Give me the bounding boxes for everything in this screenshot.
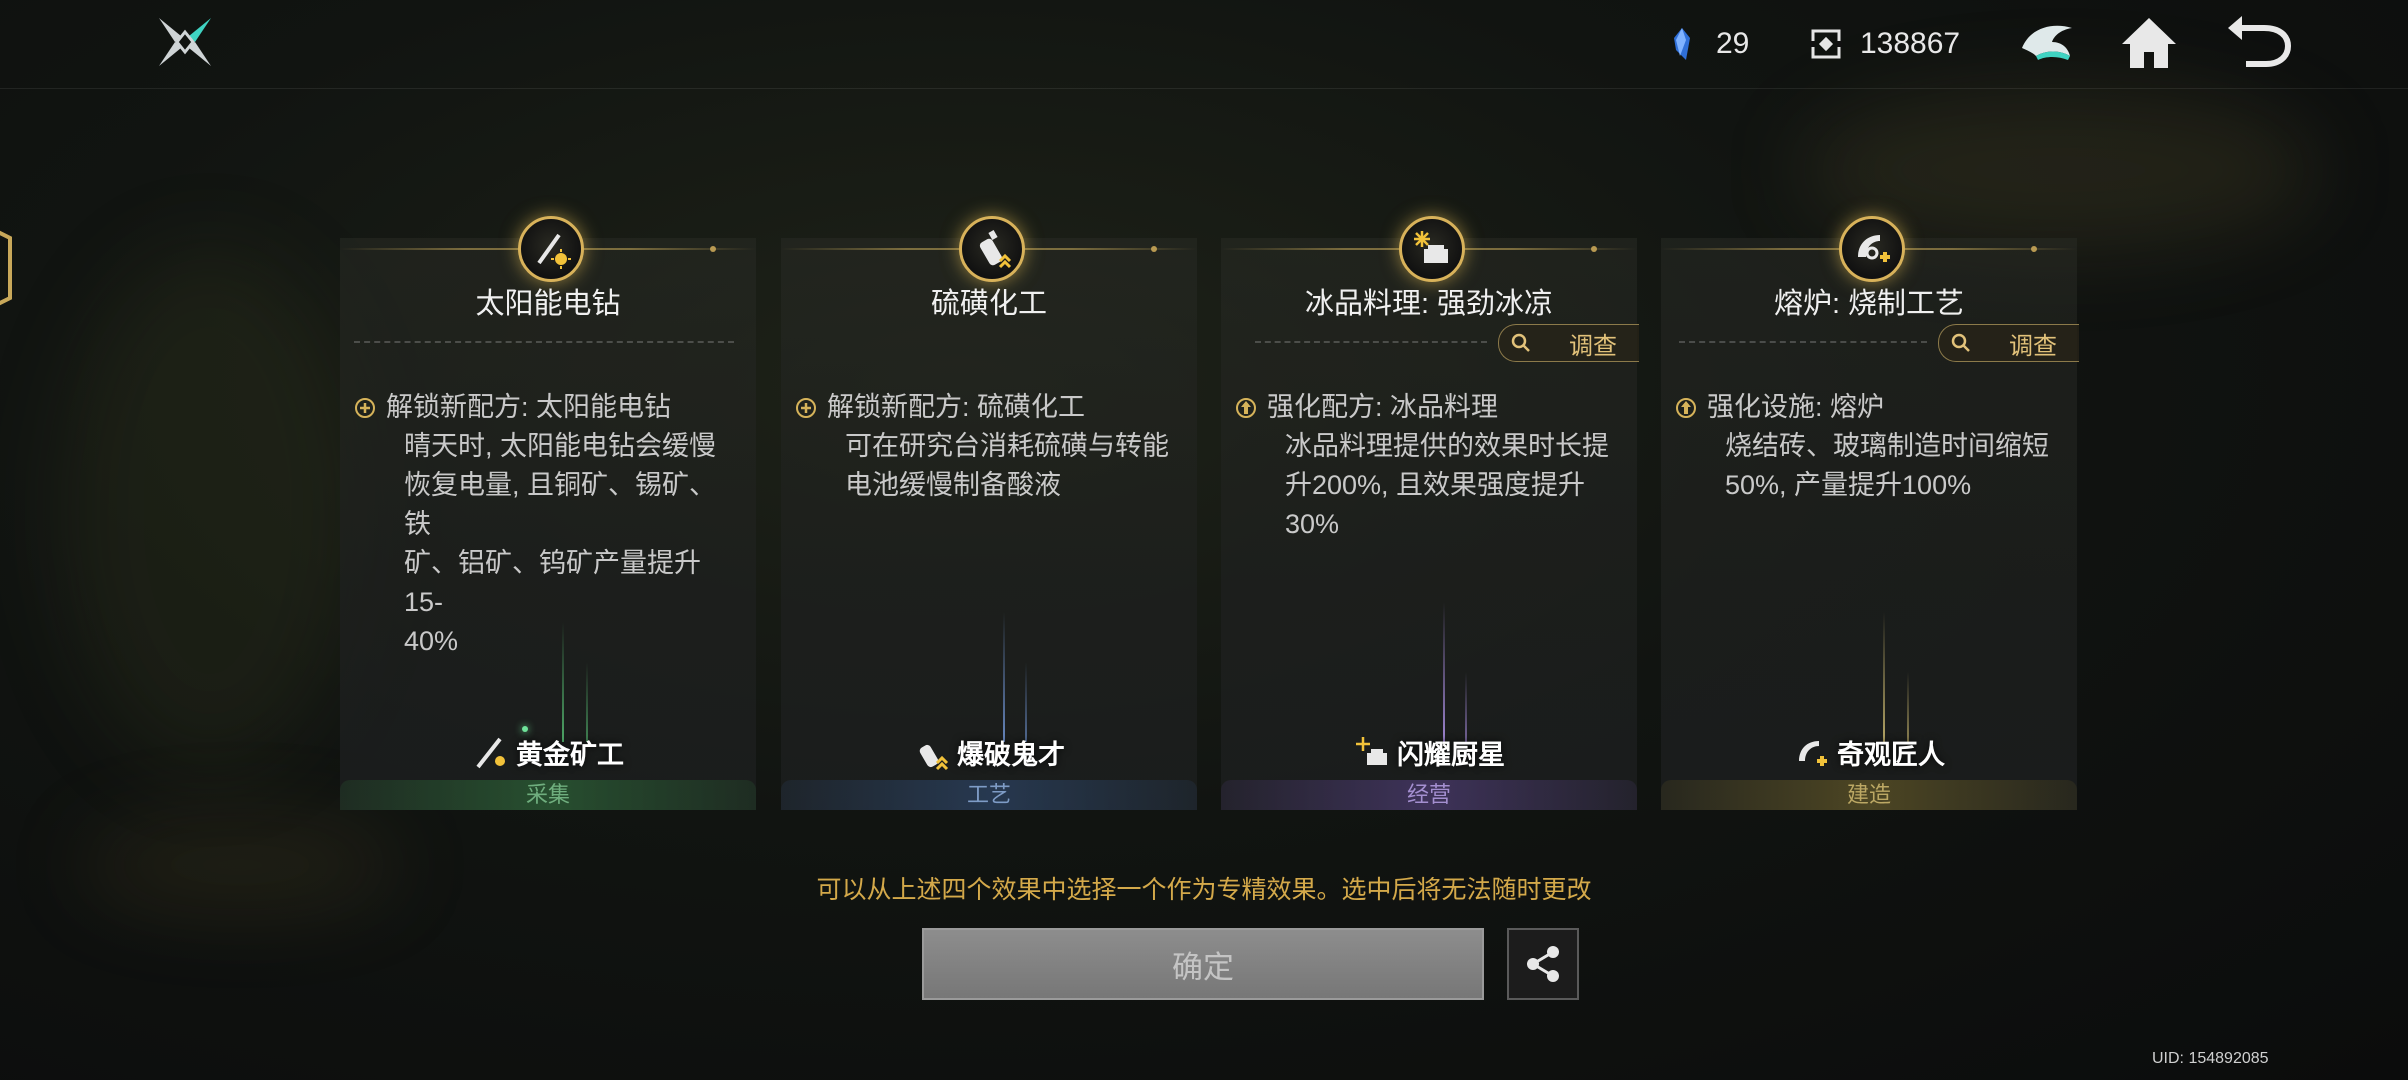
search-icon bbox=[1511, 333, 1530, 352]
role-name: 爆破鬼才 bbox=[957, 739, 1065, 770]
divider-dot bbox=[1591, 246, 1597, 252]
dashed-separator bbox=[1255, 341, 1487, 343]
effect-line: 烧结砖、玻璃制造时间缩短 bbox=[1725, 431, 2049, 461]
effect-line: 电池缓慢制备酸液 bbox=[845, 470, 1061, 500]
divider-dot bbox=[710, 246, 716, 252]
solar-drill-icon bbox=[537, 233, 571, 269]
uid-label: UID: 154892085 bbox=[2152, 1050, 2269, 1067]
card-title: 太阳能电钻 bbox=[475, 288, 621, 320]
search-icon bbox=[1951, 333, 1970, 352]
effect-description: 解锁新配方: 硫磺化工 可在研究台消耗硫磺与转能 电池缓慢制备酸液 bbox=[795, 388, 1181, 505]
effect-line: 40% bbox=[404, 626, 459, 656]
currency-resource[interactable]: 138867 bbox=[1808, 22, 1960, 66]
light-beam bbox=[562, 622, 564, 742]
ice-dessert-icon bbox=[1414, 231, 1448, 263]
effect-line: 恢复电量, 且铜矿、锡矿、铁 bbox=[404, 470, 717, 539]
specialization-card[interactable]: 冰品料理: 强劲冰凉 调查 强化配方: 冰品料理 冰品料理提供的效果时长提 升2… bbox=[1221, 216, 1639, 810]
category-tag: 工艺 bbox=[781, 780, 1197, 810]
top-bar: 29 138867 bbox=[0, 0, 2408, 89]
dashed-separator bbox=[1679, 341, 1927, 343]
light-beam bbox=[586, 662, 588, 742]
effect-line: 冰品料理提供的效果时长提 bbox=[1285, 431, 1609, 461]
effect-line: 30% bbox=[1285, 509, 1340, 539]
category-tag: 建造 bbox=[1661, 780, 2077, 810]
role-label: 闪耀厨星 bbox=[1221, 734, 1637, 770]
back-arrow-icon[interactable] bbox=[2224, 14, 2294, 72]
effect-description: 解锁新配方: 太阳能电钻 晴天时, 太阳能电钻会缓慢 恢复电量, 且铜矿、锡矿、… bbox=[354, 388, 740, 661]
light-beam bbox=[1025, 662, 1027, 742]
card-emblem bbox=[1839, 216, 1905, 282]
effect-head: 解锁新配方: 太阳能电钻 bbox=[386, 392, 672, 422]
currency-count: 138867 bbox=[1860, 27, 1961, 60]
card-emblem bbox=[959, 216, 1025, 282]
effect-description: 强化设施: 熔炉 烧结砖、玻璃制造时间缩短 50%, 产量提升100% bbox=[1675, 388, 2061, 505]
crystal-shard-icon bbox=[1674, 28, 1690, 60]
effect-line: 晴天时, 太阳能电钻会缓慢 bbox=[404, 431, 717, 461]
home-icon[interactable] bbox=[2118, 14, 2180, 72]
furnace-tool-icon bbox=[1858, 235, 1890, 262]
confirm-button[interactable]: 确定 bbox=[922, 928, 1484, 1000]
card-emblem bbox=[518, 216, 584, 282]
divider-dot bbox=[2031, 246, 2037, 252]
sparkle bbox=[522, 726, 528, 732]
light-beam bbox=[1907, 672, 1909, 742]
investigate-label: 调查 bbox=[1569, 332, 1617, 360]
specialization-card[interactable]: 硫磺化工 解锁新配方: 硫磺化工 可在研究台消耗硫磺与转能 电池缓慢制备酸液 爆… bbox=[781, 216, 1197, 810]
miner-pick-icon bbox=[476, 737, 505, 769]
share-icon bbox=[1527, 946, 1559, 982]
effect-line: 矿、铝矿、钨矿产量提升15- bbox=[404, 548, 701, 617]
role-label: 黄金矿工 bbox=[340, 734, 756, 770]
role-name: 闪耀厨星 bbox=[1397, 739, 1505, 770]
specialization-card[interactable]: 太阳能电钻 解锁新配方: 太阳能电钻 晴天时, 太阳能电钻会缓慢 恢复电量, 且… bbox=[340, 216, 756, 810]
plus-circle-icon bbox=[355, 398, 375, 418]
effect-head: 强化设施: 熔炉 bbox=[1707, 392, 1885, 422]
card-title: 硫磺化工 bbox=[930, 288, 1047, 320]
chef-star-icon bbox=[1356, 737, 1387, 765]
investigate-label: 调查 bbox=[2009, 332, 2057, 360]
background-glow bbox=[60, 250, 360, 770]
light-beam bbox=[1465, 672, 1467, 742]
category-tag: 经营 bbox=[1221, 780, 1637, 810]
side-tab-handle[interactable] bbox=[0, 218, 16, 318]
plus-circle-icon bbox=[796, 398, 816, 418]
light-beam bbox=[1443, 602, 1445, 742]
upgrade-arrow-icon bbox=[1236, 398, 1256, 418]
card-title: 熔炉: 烧制工艺 bbox=[1773, 288, 1965, 320]
currency-chip-icon bbox=[1810, 29, 1842, 59]
share-button[interactable] bbox=[1507, 928, 1579, 1000]
selection-hint: 可以从上述四个效果中选择一个作为专精效果。选中后将无法随时更改 bbox=[816, 876, 1592, 904]
card-emblem bbox=[1399, 216, 1465, 282]
divider-dot bbox=[1151, 246, 1157, 252]
role-label: 奇观匠人 bbox=[1661, 734, 2077, 770]
role-name: 奇观匠人 bbox=[1837, 739, 1945, 770]
card-title: 冰品料理: 强劲冰凉 bbox=[1304, 288, 1554, 320]
effect-line: 升200%, 且效果强度提升 bbox=[1285, 470, 1586, 500]
effect-line: 可在研究台消耗硫磺与转能 bbox=[845, 431, 1169, 461]
upgrade-arrow-icon bbox=[1676, 398, 1696, 418]
light-beam bbox=[1003, 612, 1005, 742]
crystal-resource[interactable]: 29 bbox=[1664, 22, 1749, 66]
guild-emblem-icon[interactable] bbox=[2016, 14, 2078, 72]
investigate-button[interactable]: 调查 bbox=[1938, 324, 2079, 362]
explosive-bottle-icon bbox=[919, 744, 949, 771]
shuriken-logo-icon[interactable] bbox=[155, 14, 215, 70]
investigate-button[interactable]: 调查 bbox=[1498, 324, 1639, 362]
craftsman-icon bbox=[1799, 741, 1827, 766]
role-name: 黄金矿工 bbox=[516, 739, 624, 770]
crystal-count: 29 bbox=[1716, 27, 1750, 60]
effect-head: 解锁新配方: 硫磺化工 bbox=[827, 392, 1086, 422]
effect-head: 强化配方: 冰品料理 bbox=[1267, 392, 1499, 422]
light-beam bbox=[1883, 612, 1885, 742]
specialization-card[interactable]: 熔炉: 烧制工艺 调查 强化设施: 熔炉 烧结砖、玻璃制造时间缩短 50%, 产… bbox=[1661, 216, 2079, 810]
chemical-bottle-icon bbox=[979, 230, 1012, 269]
role-label: 爆破鬼才 bbox=[781, 734, 1197, 771]
dashed-separator bbox=[354, 341, 734, 343]
effect-description: 强化配方: 冰品料理 冰品料理提供的效果时长提 升200%, 且效果强度提升 3… bbox=[1235, 388, 1621, 544]
category-tag: 采集 bbox=[340, 780, 756, 810]
effect-line: 50%, 产量提升100% bbox=[1725, 470, 1972, 500]
